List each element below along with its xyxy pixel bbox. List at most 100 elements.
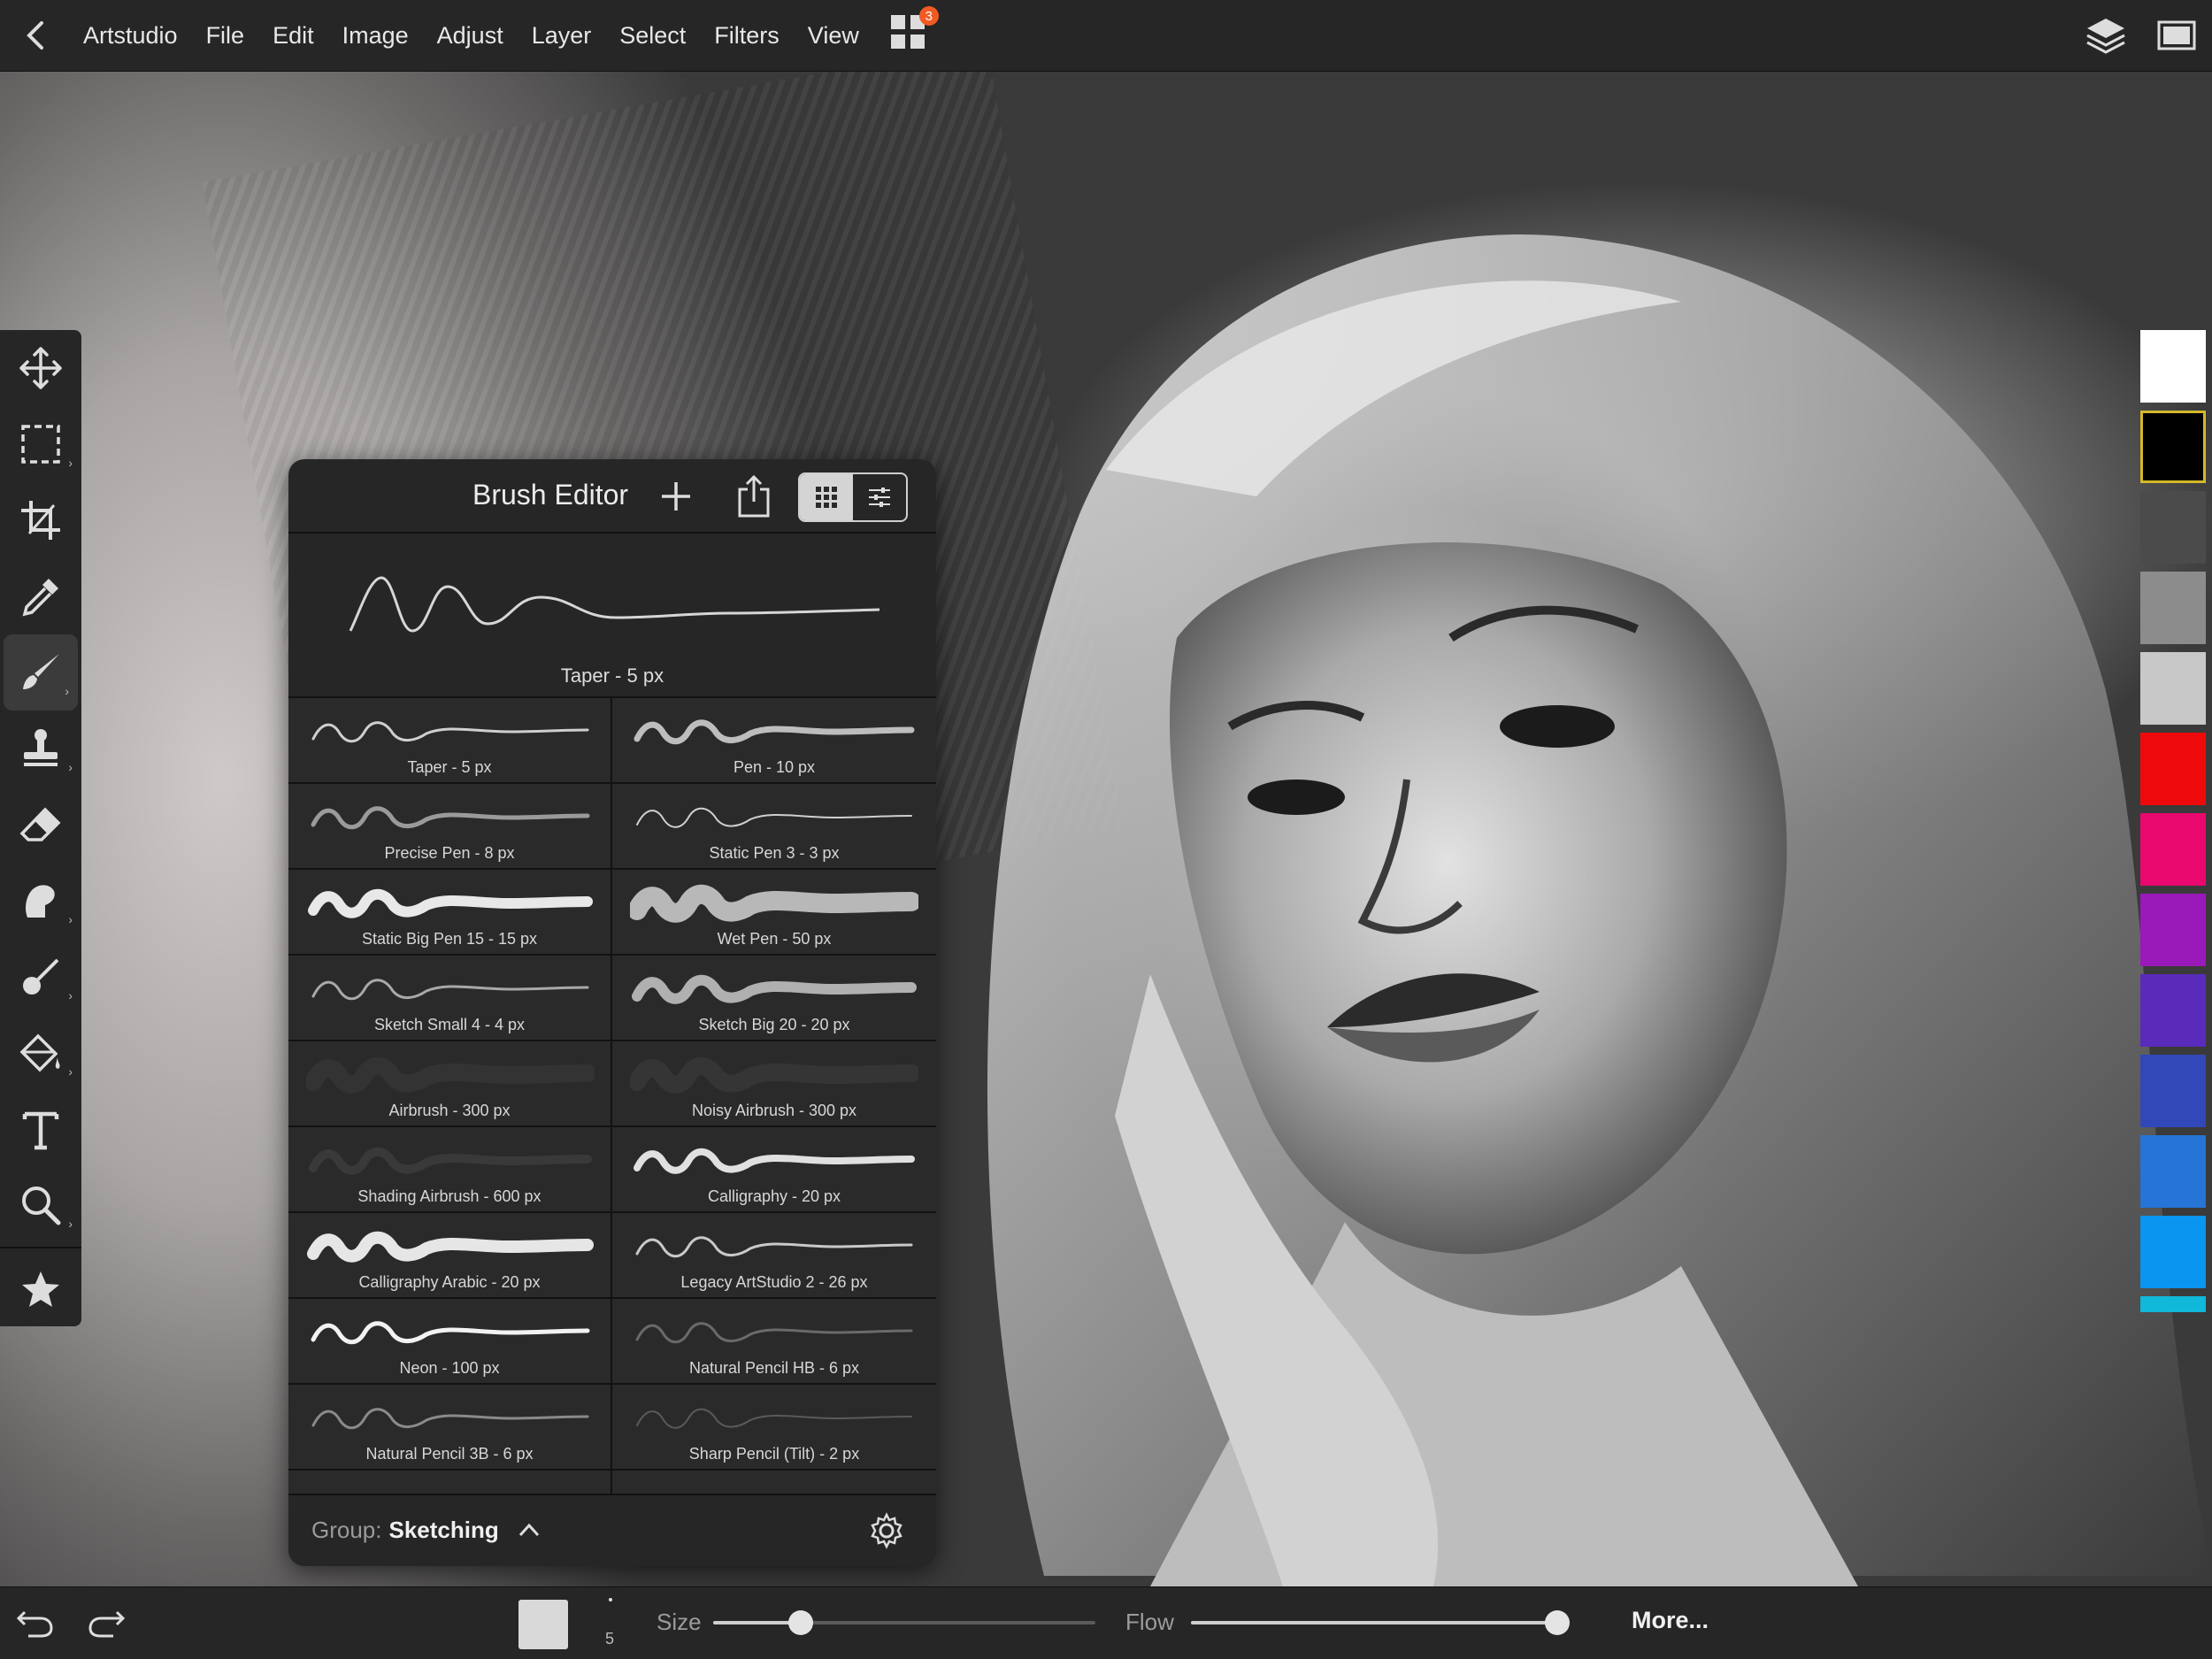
smudge-finger-icon [26,885,55,918]
color-swatch[interactable] [2140,652,2206,725]
brush-item[interactable]: Sketch Big 20 - 20 px [612,956,936,1040]
brush-size-preview-dot [609,1598,614,1603]
fullscreen-button[interactable] [2141,0,2212,71]
share-icon [738,475,770,518]
brush-item-label: Taper - 5 px [407,758,492,776]
brush-stroke-preview [311,721,589,743]
menu-edit[interactable]: Edit [258,0,328,71]
brush-item[interactable]: Airbrush - 300 px [288,1041,612,1125]
brush-item[interactable]: Wet Pen - 50 px [612,870,936,954]
notification-badge: 3 [918,6,939,26]
menu-image[interactable]: Image [328,0,423,71]
brush-item[interactable]: Neon - 100 px [288,1299,612,1383]
brush-item-label: Noisy Airbrush - 300 px [691,1102,857,1119]
brush-item[interactable]: Static Big Pen 15 - 15 px [288,870,612,954]
brush-item[interactable]: Shading Airbrush - 600 px [288,1127,612,1211]
brush-item[interactable]: Calligraphy - 20 px [612,1127,936,1211]
brush-item[interactable]: Noisy Airbrush - 300 px [612,1041,936,1125]
brush-item[interactable]: Sketch Small 4 - 4 px [288,956,612,1040]
menu-file[interactable]: File [192,0,259,71]
back-button[interactable] [0,0,71,71]
redo-button[interactable] [85,1605,127,1640]
zoom-tool[interactable]: › [0,1167,81,1243]
favorites-tool[interactable] [0,1252,81,1328]
flow-slider[interactable] [1191,1610,1570,1635]
brush-item-label: Airbrush - 300 px [388,1102,511,1119]
flow-slider-thumb[interactable] [1545,1610,1570,1635]
brush-item[interactable]: Legacy ArtStudio 2 - 26 px [612,1213,936,1297]
brush-item[interactable]: Natural Pencil 3B - 6 px [288,1385,612,1469]
color-swatch[interactable] [2140,1135,2206,1208]
submenu-arrow-icon: › [68,1217,73,1231]
size-slider[interactable] [713,1610,1095,1635]
group-selector[interactable]: Group: Sketching [311,1517,541,1544]
rect-select-tool[interactable]: › [0,406,81,482]
color-swatch[interactable] [2140,411,2206,483]
color-swatch[interactable] [2140,894,2206,966]
grid-view-button[interactable] [800,474,853,520]
submenu-arrow-icon: › [68,760,73,774]
brush-editor-panel: Brush Editor Taper - 5 px Taper - 5 px P… [288,459,936,1566]
crop-icon [21,501,60,540]
brush-stroke-preview [307,1231,594,1263]
brush-editor-header: Brush Editor [288,459,936,534]
menu-layer[interactable]: Layer [518,0,606,71]
paintbrush-icon [23,654,59,689]
layers-button[interactable] [2070,0,2141,71]
brush-item-label: Shading Airbrush - 600 px [357,1187,541,1205]
brush-item-label: Sketch Big 20 - 20 px [698,1016,850,1033]
crop-tool[interactable] [0,482,81,558]
group-settings-button[interactable] [867,1511,906,1550]
redo-icon [88,1610,126,1638]
brush-stroke-preview [636,1408,912,1429]
brush-item[interactable]: Calligraphy Arabic - 20 px [288,1213,612,1297]
brush-item[interactable]: Natural Pencil HB - 6 px [612,1299,936,1383]
share-brush-button[interactable] [733,475,775,518]
submenu-arrow-icon: › [65,684,69,698]
color-swatch[interactable] [2140,330,2206,403]
menu-filters[interactable]: Filters [700,0,794,71]
color-swatch[interactable] [2140,1296,2206,1312]
brush-item[interactable]: Precise Pen - 8 px [288,784,612,868]
brush-item[interactable]: Taper - 5 px [288,698,612,782]
color-swatch[interactable] [2140,1055,2206,1127]
brush-item-label: Sketch Small 4 - 4 px [373,1016,526,1033]
color-swatch-strip [2133,330,2212,1326]
chevron-up-icon [518,1523,540,1537]
eraser-tool[interactable] [0,787,81,863]
color-swatch[interactable] [2140,974,2206,1047]
menu-view[interactable]: View [794,0,873,71]
brush-tool[interactable]: › [4,634,78,710]
text-tool[interactable] [0,1091,81,1167]
brush-item[interactable]: Static Pen 3 - 3 px [612,784,936,868]
undo-button[interactable] [14,1605,57,1640]
view-mode-toggle [798,472,908,522]
smudge-tool[interactable]: › [0,863,81,939]
color-swatch[interactable] [2140,813,2206,886]
apps-button[interactable]: 3 [889,6,939,58]
color-swatch[interactable] [2140,572,2206,644]
brush-item[interactable]: Sharp Pencil (Tilt) - 2 px [612,1385,936,1469]
current-color-swatch[interactable] [518,1600,568,1649]
eyedropper-tool[interactable] [0,558,81,634]
more-button[interactable]: More... [1632,1607,1709,1634]
brush-group-footer: Group: Sketching [288,1494,936,1566]
menu-artstudio[interactable]: Artstudio [71,0,192,71]
stamp-tool[interactable]: › [0,710,81,787]
chevron-left-icon [27,21,43,50]
color-swatch[interactable] [2140,1216,2206,1288]
menu-select[interactable]: Select [605,0,700,71]
size-slider-thumb[interactable] [788,1610,814,1635]
move-tool[interactable] [0,330,81,406]
top-menu-bar: Artstudio File Edit Image Adjust Layer S… [0,0,2212,72]
star-icon [22,1271,59,1307]
menu-adjust[interactable]: Adjust [423,0,518,71]
color-swatch[interactable] [2140,733,2206,805]
add-brush-button[interactable] [655,475,697,518]
liquify-tool[interactable]: › [0,939,81,1015]
fill-tool[interactable]: › [0,1015,81,1091]
undo-icon [16,1610,53,1638]
color-swatch[interactable] [2140,491,2206,564]
settings-view-button[interactable] [853,474,906,520]
brush-item[interactable]: Pen - 10 px [612,698,936,782]
